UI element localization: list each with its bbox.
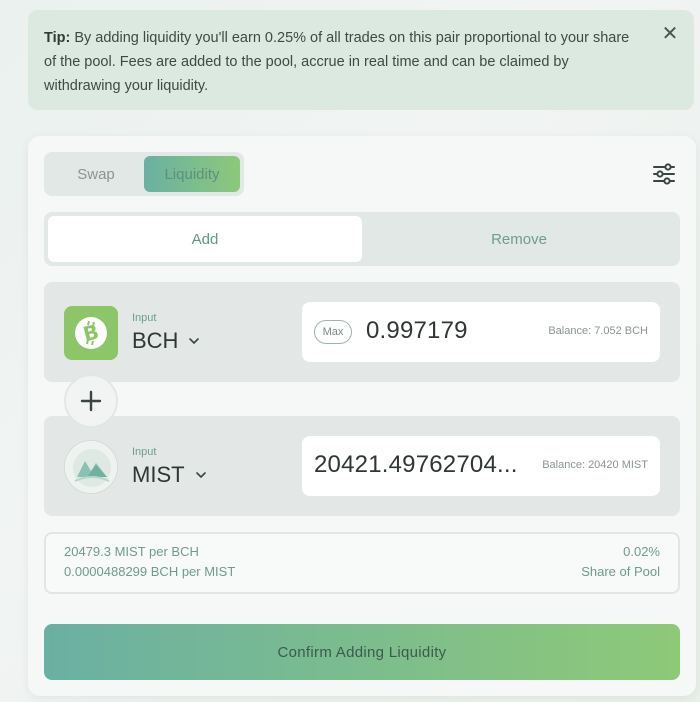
- bch-per-mist-rate: 0.0000488299 BCH per MIST: [64, 564, 236, 579]
- mist-balance: Balance: 20420 MIST: [542, 459, 648, 471]
- chevron-down-icon: [189, 338, 200, 345]
- mist-per-bch-rate: 20479.3 MIST per BCH: [64, 544, 199, 559]
- mist-input-panel: Input MIST 20421.49762704... Balance: 20…: [44, 416, 680, 516]
- liquidity-mode-button[interactable]: Liquidity: [144, 156, 240, 192]
- mist-amount-value[interactable]: 20421.49762704...: [314, 451, 518, 479]
- mist-token-selector[interactable]: MIST: [132, 462, 207, 488]
- swap-mode-button[interactable]: Swap: [48, 156, 144, 192]
- close-icon[interactable]: ✕: [660, 24, 680, 44]
- bch-amount-value[interactable]: 0.997179: [366, 317, 468, 345]
- bch-balance: Balance: 7.052 BCH: [548, 325, 648, 337]
- mode-toggle: Swap Liquidity: [44, 152, 244, 196]
- input-caption: Input: [132, 446, 157, 458]
- tip-text: By adding liquidity you'll earn 0.25% of…: [44, 30, 630, 94]
- bch-input-panel: B Input BCH Max 0.997179 Balance: 7.052 …: [44, 282, 680, 382]
- tab-add[interactable]: Add: [48, 216, 362, 262]
- plus-icon: [64, 374, 118, 428]
- input-caption: Input: [132, 312, 157, 324]
- pool-share-value: 0.02%: [623, 544, 660, 559]
- tab-remove[interactable]: Remove: [362, 216, 676, 262]
- liquidity-card: Swap Liquidity Add Remove B Input BCH Ma…: [28, 136, 696, 696]
- mist-token-icon: [64, 440, 118, 494]
- add-remove-tabs: Add Remove: [44, 212, 680, 266]
- max-button[interactable]: Max: [314, 320, 352, 344]
- token-symbol: BCH: [132, 328, 179, 353]
- pool-share-label: Share of Pool: [581, 564, 660, 579]
- chevron-down-icon: [195, 472, 206, 479]
- bch-amount-field[interactable]: Max 0.997179 Balance: 7.052 BCH: [302, 302, 660, 362]
- confirm-adding-liquidity-button[interactable]: Confirm Adding Liquidity: [44, 624, 680, 680]
- pool-rates-box: 20479.3 MIST per BCH 0.0000488299 BCH pe…: [44, 532, 680, 594]
- settings-sliders-icon[interactable]: [652, 163, 676, 185]
- token-symbol: MIST: [132, 462, 185, 487]
- mist-amount-field[interactable]: 20421.49762704... Balance: 20420 MIST: [302, 436, 660, 496]
- bitcoin-cash-icon: B: [64, 306, 118, 360]
- bch-token-selector[interactable]: BCH: [132, 328, 200, 354]
- tip-label: Tip:: [44, 30, 71, 46]
- tip-banner: Tip: By adding liquidity you'll earn 0.2…: [28, 10, 694, 110]
